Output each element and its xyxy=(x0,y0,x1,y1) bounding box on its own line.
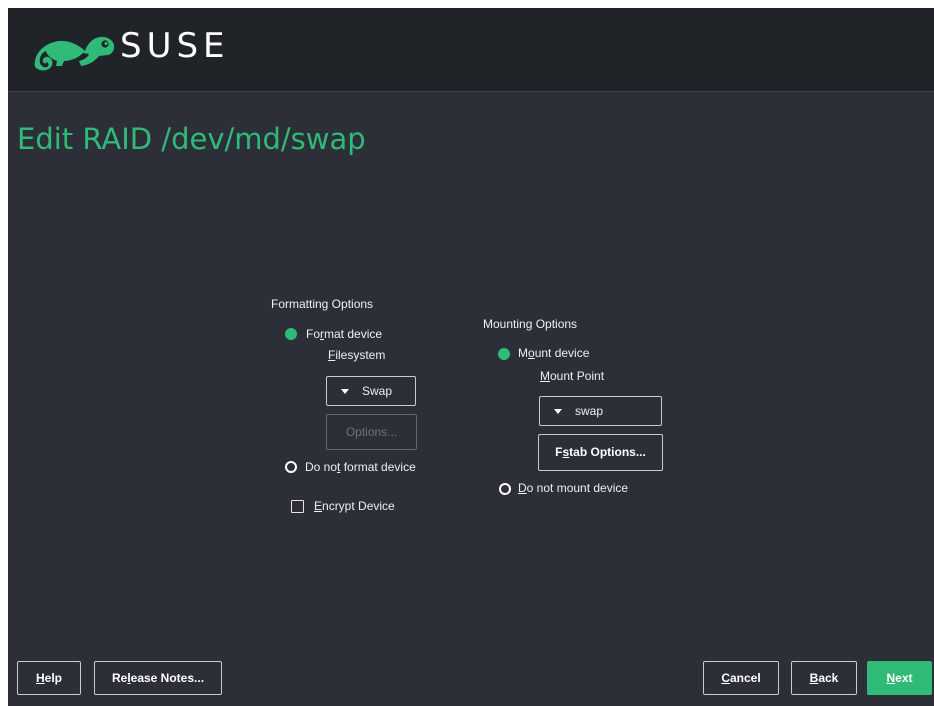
mount-point-label: Mount Point xyxy=(540,369,605,383)
checkbox-box[interactable] xyxy=(291,500,304,513)
do-not-mount-label[interactable]: Do not mount device xyxy=(518,481,628,496)
mount-point-combo[interactable]: swap xyxy=(539,396,662,426)
filesystem-value: Swap xyxy=(362,384,393,398)
radio-selected-indicator[interactable] xyxy=(498,348,510,360)
do-not-format-label[interactable]: Do not format device xyxy=(305,460,416,475)
chameleon-logo-icon xyxy=(34,36,115,71)
mount-device-label[interactable]: Mount device xyxy=(518,346,589,361)
filesystem-combo[interactable]: Swap xyxy=(326,376,416,406)
next-button[interactable]: Next xyxy=(867,661,932,695)
radio-unselected-indicator[interactable] xyxy=(285,461,297,473)
radio-selected-indicator[interactable] xyxy=(285,328,297,340)
radio-unselected-indicator[interactable] xyxy=(499,483,511,495)
fstab-options-button[interactable]: Fstab Options... xyxy=(538,434,663,471)
format-device-label[interactable]: Format device xyxy=(306,327,382,342)
suse-logo-text: SUSE xyxy=(120,26,230,66)
cancel-button[interactable]: Cancel xyxy=(703,661,779,695)
options-button[interactable]: Options... xyxy=(326,414,417,450)
page-title: Edit RAID /dev/md/swap xyxy=(17,122,366,156)
filesystem-label: Filesystem xyxy=(328,348,386,362)
installer-window: SUSE Edit RAID /dev/md/swap Formatting O… xyxy=(8,8,934,706)
dropdown-arrow-icon xyxy=(554,409,562,414)
back-button[interactable]: Back xyxy=(791,661,857,695)
mount-point-value: swap xyxy=(575,404,604,418)
release-notes-button[interactable]: Release Notes... xyxy=(94,661,222,695)
help-button[interactable]: Help xyxy=(17,661,81,695)
formatting-options-heading: Formatting Options xyxy=(271,297,374,311)
encrypt-device-label[interactable]: Encrypt Device xyxy=(314,499,395,514)
header-bar: SUSE xyxy=(8,8,934,92)
dropdown-arrow-icon xyxy=(341,389,349,394)
mounting-options-heading: Mounting Options xyxy=(483,317,578,331)
